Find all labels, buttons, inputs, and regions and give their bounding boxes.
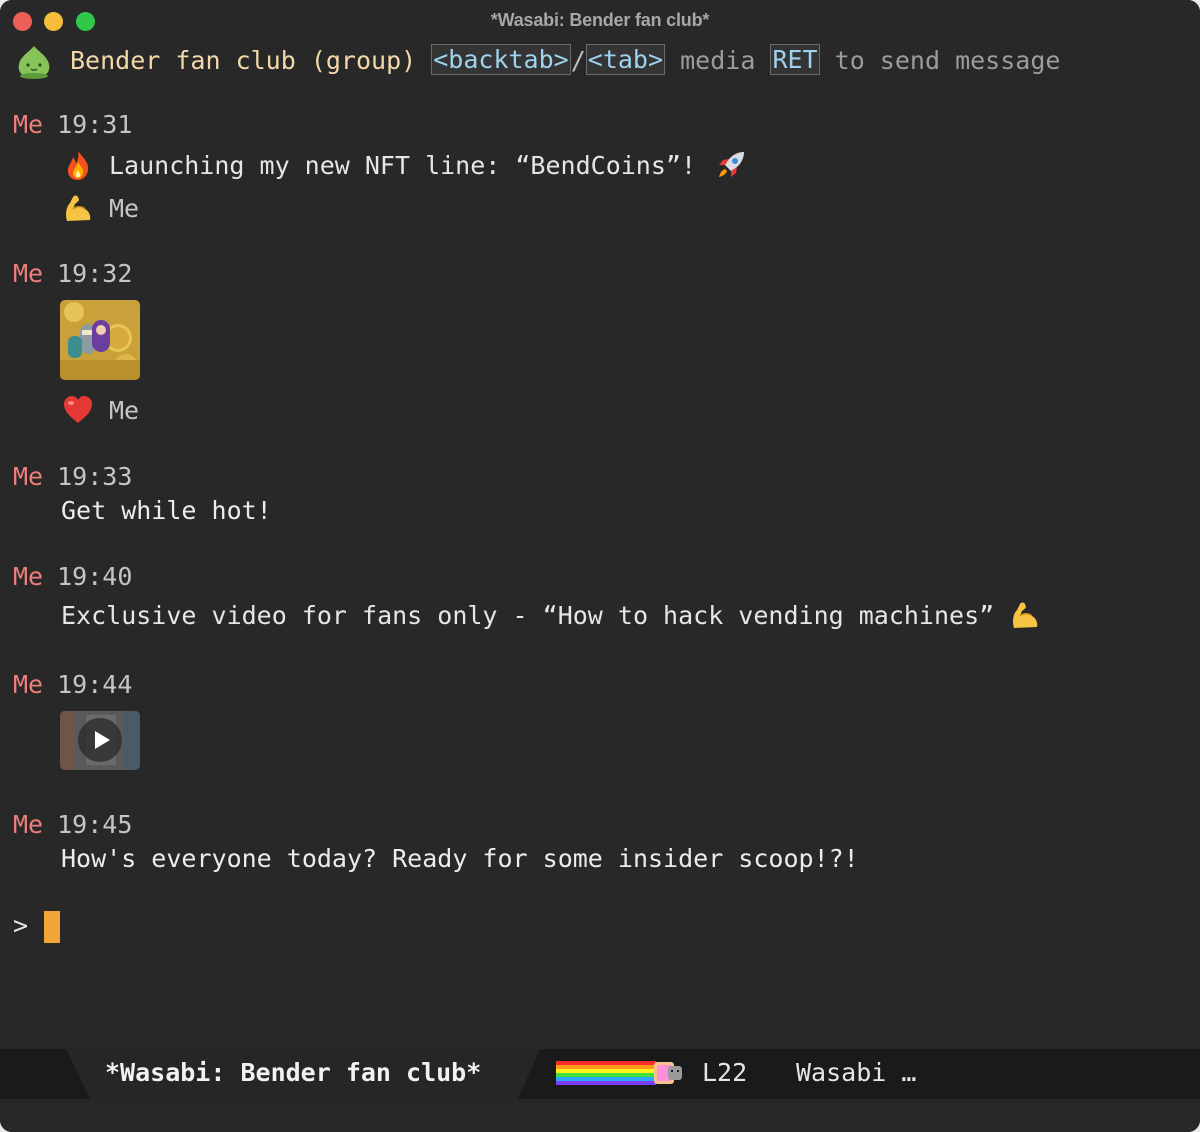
video-preview xyxy=(60,711,140,770)
message-sender[interactable]: Me xyxy=(13,670,43,699)
message-time: 19:45 xyxy=(57,810,133,839)
message-body: Launching my new NFT line: “BendCoins”! xyxy=(61,148,748,182)
input-prompt: > xyxy=(13,911,29,940)
flexed-biceps-icon xyxy=(66,195,91,221)
message-header: Me 19:40 xyxy=(13,562,132,591)
media-hint-text: media xyxy=(680,46,756,75)
window-title: *Wasabi: Bender fan club* xyxy=(490,10,710,30)
message-sender[interactable]: Me xyxy=(13,259,43,288)
red-heart-icon xyxy=(64,396,92,423)
message-text: How's everyone today? Ready for some ins… xyxy=(61,844,859,873)
message-body: Exclusive video for fans only - “How to … xyxy=(61,598,1042,632)
title-bar: *Wasabi: Bender fan club* xyxy=(0,0,1200,42)
ret-key-hint: RET xyxy=(770,44,820,75)
reaction-author: Me xyxy=(109,395,140,425)
message-reaction[interactable]: Me xyxy=(61,191,139,225)
buffer-name[interactable]: *Wasabi: Bender fan club* xyxy=(105,1058,481,1087)
message-header: Me 19:31 xyxy=(13,110,132,139)
message-text: Get while hot! xyxy=(61,496,272,525)
echo-area[interactable] xyxy=(0,1099,1200,1132)
message-header: Me 19:45 xyxy=(13,810,132,839)
chat-header: Bender fan club (group) <backtab>/<tab> … xyxy=(12,42,1060,82)
message-reaction[interactable]: Me xyxy=(61,393,139,427)
image-preview xyxy=(60,300,140,380)
tab-key-hint: <tab> xyxy=(585,44,666,75)
message-text: Launching my new NFT line: “BendCoins”! xyxy=(109,150,696,180)
message-time: 19:40 xyxy=(57,562,133,591)
video-thumbnail[interactable] xyxy=(60,711,140,770)
mode-line: *Wasabi: Bender fan club* L22 Wasabi … xyxy=(0,1049,1200,1099)
key-separator: / xyxy=(570,46,586,75)
fire-icon xyxy=(67,151,89,180)
send-hint-text: to send message xyxy=(834,46,1061,75)
backtab-key-hint: <backtab> xyxy=(431,44,571,75)
message-time: 19:32 xyxy=(57,259,133,288)
line-number: L22 xyxy=(702,1058,748,1087)
image-thumbnail[interactable] xyxy=(60,300,140,380)
rocket-icon xyxy=(719,152,744,177)
message-sender[interactable]: Me xyxy=(13,462,43,491)
message-text: Exclusive video for fans only - “How to … xyxy=(61,600,995,630)
text-cursor[interactable] xyxy=(44,911,60,943)
message-header: Me 19:32 xyxy=(13,259,132,288)
message-sender[interactable]: Me xyxy=(13,110,43,139)
message-time: 19:31 xyxy=(57,110,133,139)
flexed-biceps-icon xyxy=(1013,602,1038,628)
wasabi-logo-icon xyxy=(18,46,50,79)
message-header: Me 19:33 xyxy=(13,462,132,491)
major-mode[interactable]: Wasabi … xyxy=(796,1058,916,1087)
message-time: 19:33 xyxy=(57,462,133,491)
message-header: Me 19:44 xyxy=(13,670,132,699)
message-sender[interactable]: Me xyxy=(13,562,43,591)
chat-name: Bender fan club (group) xyxy=(70,46,417,75)
emacs-window: *Wasabi: Bender fan club* Bender fan clu… xyxy=(0,0,1200,1132)
reaction-author: Me xyxy=(109,193,140,223)
nyan-cat-progress-icon xyxy=(556,1061,682,1085)
message-sender[interactable]: Me xyxy=(13,810,43,839)
message-time: 19:44 xyxy=(57,670,133,699)
